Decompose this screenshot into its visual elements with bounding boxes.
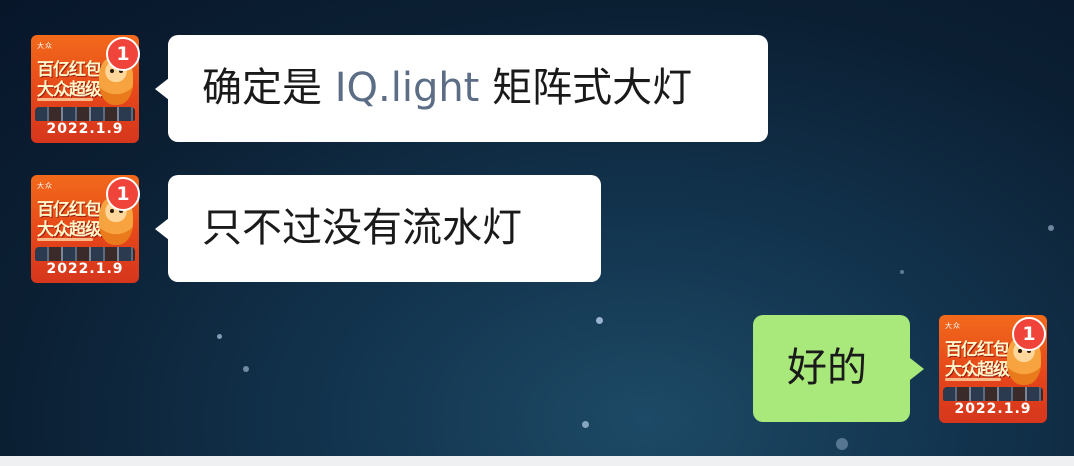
avatar-brand: 大众 <box>945 322 961 330</box>
message-bubble-incoming[interactable]: 确定是 IQ.light 矩阵式大灯 <box>168 35 768 142</box>
avatar-subtitle-bar <box>37 238 93 241</box>
message-bubble-outgoing[interactable]: 好的 <box>753 315 910 422</box>
input-bar-edge <box>0 456 1074 466</box>
message-text: 好的 <box>787 345 867 391</box>
cars-illustration <box>35 107 135 121</box>
avatar-title-line2: 大众超级 <box>37 80 102 100</box>
unread-badge: 1 <box>1012 317 1046 351</box>
background-star <box>243 366 249 372</box>
message-text: 只不过没有流水灯 <box>202 205 522 251</box>
message-text: 矩阵式大灯 <box>479 65 693 111</box>
background-star <box>836 438 848 450</box>
cars-illustration <box>35 247 135 261</box>
unread-badge: 1 <box>106 177 140 211</box>
message-text: 确定是 <box>202 65 335 111</box>
background-star <box>582 421 589 428</box>
background-star <box>900 270 904 274</box>
tiger-eye-icon <box>110 209 114 213</box>
bubble-tail <box>155 218 169 240</box>
avatar-subtitle-bar <box>945 378 1001 381</box>
avatar-subtitle-bar <box>37 98 93 101</box>
avatar-brand: 大众 <box>37 42 53 50</box>
background-star <box>1048 225 1054 231</box>
background-star <box>596 317 603 324</box>
avatar-brand: 大众 <box>37 182 53 190</box>
avatar-date: 2022.1.9 <box>954 401 1032 417</box>
bubble-tail <box>155 78 169 100</box>
message-bubble-incoming[interactable]: 只不过没有流水灯 <box>168 175 601 282</box>
avatar-title-line2: 大众超级 <box>37 220 102 240</box>
tiger-eye-icon <box>110 69 114 73</box>
avatar-title-line2: 大众超级 <box>945 360 1010 380</box>
message-highlight-text: IQ.light <box>334 65 480 111</box>
background-star <box>217 334 222 339</box>
avatar-date: 2022.1.9 <box>46 121 124 137</box>
unread-badge: 1 <box>106 37 140 71</box>
cars-illustration <box>943 387 1043 401</box>
avatar-date: 2022.1.9 <box>46 261 124 277</box>
bubble-tail <box>910 358 924 380</box>
